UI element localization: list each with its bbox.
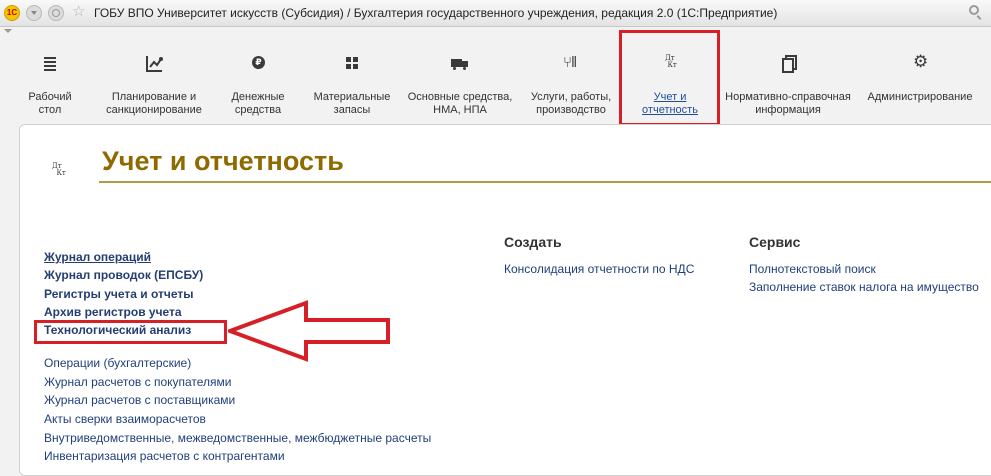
section-accounting[interactable]: Дт Кт Учет и отчетность: [628, 36, 712, 122]
section-admin[interactable]: ⚙ Администрирование: [864, 36, 976, 122]
link-property-tax-rates[interactable]: Заполнение ставок налога на имущество: [749, 280, 979, 294]
history-icon[interactable]: [48, 5, 64, 21]
link-registers-archive[interactable]: Архив регистров учета: [44, 305, 182, 319]
section-materials[interactable]: Материальные запасы: [305, 36, 399, 122]
kt-text: Кт: [667, 61, 677, 69]
section-label: Основные средства, НМА, НПА: [407, 91, 513, 116]
sections-panel: Рабочий стол Планирование и санкциониров…: [0, 36, 991, 124]
section-services[interactable]: ⑂ǁ Услуги, работы, производство: [524, 36, 618, 122]
planning-icon: [142, 54, 166, 74]
search-icon[interactable]: [969, 5, 979, 15]
list-lines-icon: [38, 54, 62, 74]
app-logo-icon[interactable]: 1С: [4, 5, 20, 21]
title-bar: 1С ☆ ГОБУ ВПО Университет искусств (Субс…: [0, 0, 991, 27]
link-vat-consolidation[interactable]: Консолидация отчетности по НДС: [504, 262, 694, 276]
section-label: Денежные средства: [231, 91, 285, 116]
link-tech-analysis[interactable]: Технологический анализ: [44, 323, 191, 337]
window-title: ГОБУ ВПО Университет искусств (Субсидия)…: [94, 6, 778, 20]
dt-kt-icon: Дт Кт: [658, 54, 682, 74]
link-inventory-settlements[interactable]: Инвентаризация расчетов с контрагентами: [44, 449, 285, 463]
service-heading: Сервис: [749, 234, 801, 250]
ruble-icon: ₽: [246, 54, 270, 74]
tools-icon: ⑂ǁ: [563, 54, 577, 71]
kt-text: Кт: [56, 169, 66, 177]
create-heading: Создать: [504, 234, 562, 250]
page-title: Учет и отчетность: [102, 146, 344, 176]
link-reconciliation-acts[interactable]: Акты сверки взаиморасчетов: [44, 412, 206, 426]
link-operations[interactable]: Операции (бухгалтерские): [44, 356, 191, 370]
panel-collapse-icon[interactable]: [4, 29, 12, 33]
truck-icon: [448, 54, 472, 74]
link-journal-operations[interactable]: Журнал операций: [44, 250, 151, 264]
link-buyers-journal[interactable]: Журнал расчетов с покупателями: [44, 375, 232, 389]
favorites-star-icon[interactable]: ☆: [72, 3, 85, 21]
title-divider: [99, 181, 991, 183]
grid-icon: [340, 54, 364, 74]
section-reference[interactable]: Нормативно-справочная информация: [722, 36, 854, 122]
section-label: Услуги, работы, производство: [530, 91, 612, 116]
section-label: Материальные запасы: [313, 91, 391, 116]
section-label: Планирование и санкционирование: [106, 91, 202, 116]
dt-kt-icon: Дт Кт: [52, 163, 66, 177]
section-desktop[interactable]: Рабочий стол: [18, 36, 82, 122]
section-label: Учет и отчетность: [642, 91, 698, 116]
pages-icon: [776, 54, 800, 74]
section-label: Администрирование: [867, 91, 973, 103]
section-label: Нормативно-справочная информация: [725, 91, 851, 116]
gear-icon: ⚙: [913, 52, 929, 71]
main-menu-icon[interactable]: [26, 5, 42, 21]
link-internal-settlements[interactable]: Внутриведомственные, межведомственные, м…: [44, 431, 431, 445]
section-money[interactable]: ₽ Денежные средства: [226, 36, 290, 122]
link-fulltext-search[interactable]: Полнотекстовый поиск: [749, 262, 876, 276]
section-label: Рабочий стол: [28, 91, 72, 116]
section-planning[interactable]: Планирование и санкционирование: [97, 36, 211, 122]
link-registers-reports[interactable]: Регистры учета и отчеты: [44, 287, 193, 301]
link-journal-postings[interactable]: Журнал проводок (ЕПСБУ): [44, 268, 203, 282]
section-fixed-assets[interactable]: Основные средства, НМА, НПА: [402, 36, 518, 122]
link-suppliers-journal[interactable]: Журнал расчетов с поставщиками: [44, 393, 235, 407]
